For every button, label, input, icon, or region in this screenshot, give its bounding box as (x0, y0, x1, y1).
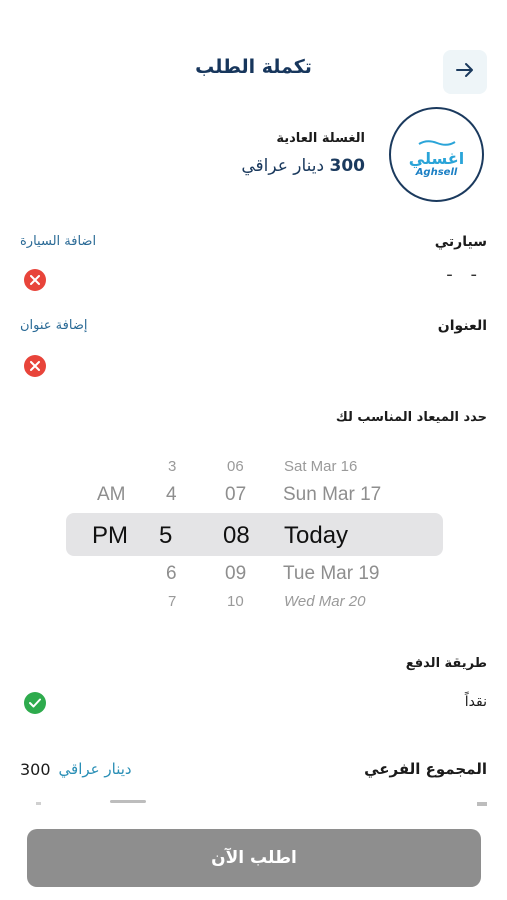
picker-ampm[interactable]: AM (97, 484, 126, 506)
picker-ampm-selected[interactable]: PM (92, 522, 128, 550)
payment-method[interactable]: نقداً (465, 694, 487, 710)
subtotal-label: المجموع الفرعي (364, 760, 487, 778)
schedule-label: حدد الميعاد المناسب لك (335, 410, 487, 425)
check-icon (24, 692, 46, 714)
picker-hour[interactable]: 3 (168, 458, 176, 475)
truncated-row (0, 798, 507, 810)
picker-day[interactable]: Sun Mar 17 (283, 484, 381, 506)
service-price: 300 دينار عراقي (241, 156, 365, 176)
subtotal-value: دينار عراقي 300 (20, 760, 132, 779)
back-button[interactable] (443, 50, 487, 94)
subtotal-currency: دينار عراقي (58, 760, 132, 778)
picker-day[interactable]: Sat Mar 16 (284, 458, 357, 475)
service-name: الغسلة العادية (276, 131, 365, 146)
page-title: تكملة الطلب (195, 56, 312, 78)
picker-minute[interactable]: 07 (225, 484, 246, 506)
remove-car-icon[interactable] (24, 269, 46, 291)
picker-minute[interactable]: 06 (227, 458, 244, 475)
picker-day-selected[interactable]: Today (284, 522, 348, 550)
payment-label: طريقة الدفع (405, 656, 487, 671)
datetime-picker[interactable]: 3 06 Sat Mar 16 AM 4 07 Sun Mar 17 PM 5 … (66, 448, 443, 616)
car-value: - - (446, 264, 483, 285)
picker-day[interactable]: Tue Mar 19 (283, 563, 379, 585)
order-now-button[interactable]: اطلب الآن (27, 829, 481, 887)
picker-minute-selected[interactable]: 08 (223, 522, 250, 550)
logo-english-text: Aghsell (415, 166, 458, 178)
picker-hour[interactable]: 7 (168, 593, 176, 610)
address-label: العنوان (437, 318, 487, 334)
picker-day[interactable]: Wed Mar 20 (284, 593, 365, 610)
service-logo: اغسلي Aghsell (389, 107, 484, 202)
remove-address-icon[interactable] (24, 355, 46, 377)
service-price-amount: 300 (329, 156, 366, 176)
logo-arabic-text: اغسلي (408, 148, 465, 168)
picker-hour[interactable]: 4 (166, 484, 177, 506)
wave-icon (417, 132, 457, 151)
car-label: سيارتي (434, 234, 487, 250)
picker-hour[interactable]: 6 (166, 563, 177, 585)
add-address-link[interactable]: إضافة عنوان (20, 318, 87, 333)
add-car-link[interactable]: اضافة السيارة (20, 234, 96, 249)
picker-hour-selected[interactable]: 5 (159, 522, 172, 550)
service-price-currency: دينار عراقي (241, 156, 325, 176)
subtotal-amount: 300 (20, 760, 51, 779)
arrow-right-icon (454, 59, 476, 85)
picker-minute[interactable]: 09 (225, 563, 246, 585)
picker-minute[interactable]: 10 (227, 593, 244, 610)
